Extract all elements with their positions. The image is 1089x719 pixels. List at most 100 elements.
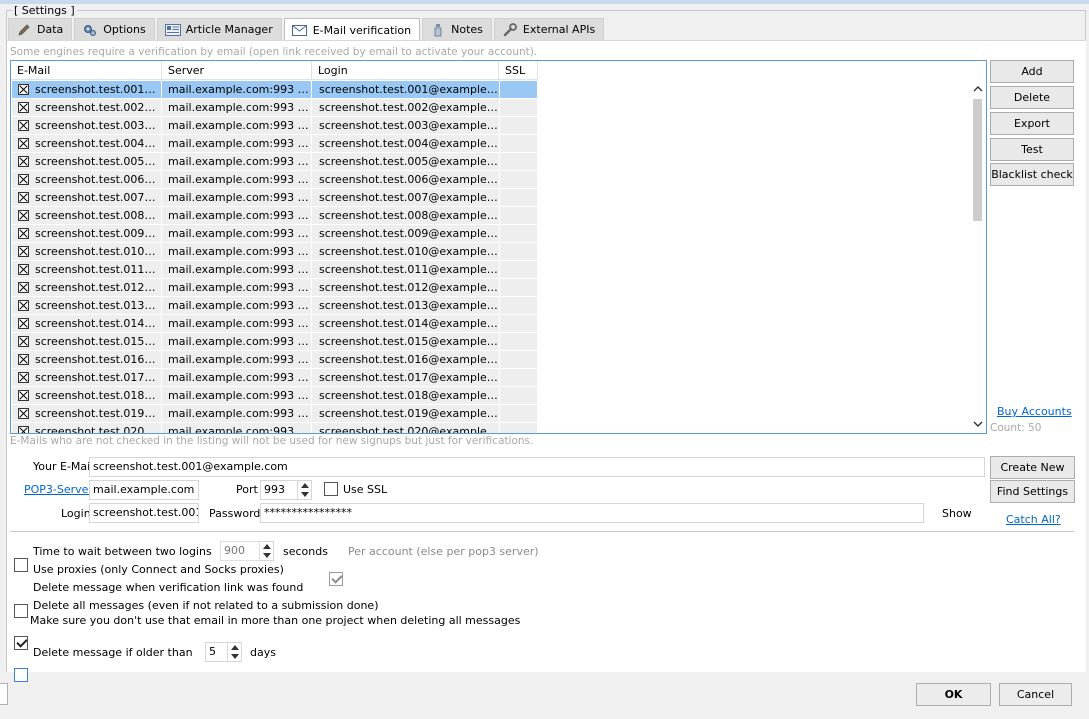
tab-article-manager[interactable]: Article Manager bbox=[156, 18, 282, 40]
row-checkbox[interactable] bbox=[18, 282, 29, 293]
row-checkbox[interactable] bbox=[18, 192, 29, 203]
table-row[interactable]: screenshot.test.009@... mail.example.com:… bbox=[12, 225, 538, 243]
catch-all-link[interactable]: Catch All? bbox=[1006, 513, 1061, 526]
column-header-email[interactable]: E-Mail bbox=[11, 61, 162, 80]
use-ssl-checkbox[interactable] bbox=[324, 482, 338, 496]
export-button[interactable]: Export bbox=[990, 112, 1074, 135]
email-cell[interactable]: screenshot.test.010@... bbox=[12, 243, 162, 261]
time-wait-spinner[interactable] bbox=[260, 541, 274, 561]
tab-data[interactable]: Data bbox=[8, 18, 73, 40]
table-row[interactable]: screenshot.test.018@... mail.example.com:… bbox=[12, 387, 538, 405]
row-checkbox[interactable] bbox=[18, 408, 29, 419]
time-wait-input[interactable]: 900 bbox=[220, 541, 260, 561]
email-accounts-list[interactable]: E-Mail Server Login SSL screenshot.test.… bbox=[10, 60, 987, 434]
cancel-button[interactable]: Cancel bbox=[999, 683, 1072, 706]
email-cell[interactable]: screenshot.test.007@... bbox=[12, 189, 162, 207]
email-cell[interactable]: screenshot.test.009@... bbox=[12, 225, 162, 243]
scroll-up-icon[interactable] bbox=[971, 83, 985, 95]
table-row[interactable]: screenshot.test.001@... mail.example.com:… bbox=[12, 81, 538, 99]
email-cell[interactable]: screenshot.test.008@... bbox=[12, 207, 162, 225]
row-checkbox[interactable] bbox=[18, 102, 29, 113]
table-row[interactable]: screenshot.test.015@... mail.example.com:… bbox=[12, 333, 538, 351]
add-button[interactable]: Add bbox=[990, 60, 1074, 83]
row-checkbox[interactable] bbox=[18, 264, 29, 275]
tab-email-verification[interactable]: E-Mail verification bbox=[283, 18, 421, 41]
test-button[interactable]: Test bbox=[990, 138, 1074, 161]
spin-up-icon[interactable] bbox=[230, 645, 239, 650]
email-cell[interactable]: screenshot.test.015@... bbox=[12, 333, 162, 351]
row-checkbox[interactable] bbox=[18, 300, 29, 311]
email-cell[interactable]: screenshot.test.012@... bbox=[12, 279, 162, 297]
buy-accounts-link[interactable]: Buy Accounts bbox=[997, 405, 1072, 418]
table-row[interactable]: screenshot.test.014@... mail.example.com:… bbox=[12, 315, 538, 333]
delete-found-checkbox[interactable] bbox=[14, 636, 28, 650]
spin-down-icon[interactable] bbox=[230, 654, 239, 659]
row-checkbox[interactable] bbox=[18, 246, 29, 257]
per-account-checkbox[interactable] bbox=[329, 572, 343, 586]
spin-down-icon[interactable] bbox=[300, 492, 309, 497]
bottom-left-control[interactable] bbox=[0, 683, 8, 705]
port-input[interactable]: 993 bbox=[260, 480, 298, 500]
time-wait-checkbox[interactable] bbox=[14, 558, 28, 572]
your-email-input[interactable]: screenshot.test.001@example.com bbox=[89, 457, 985, 477]
table-row[interactable]: screenshot.test.007@... mail.example.com:… bbox=[12, 189, 538, 207]
tab-options[interactable]: Options bbox=[74, 18, 155, 40]
column-header-login[interactable]: Login bbox=[312, 61, 499, 80]
table-row[interactable]: screenshot.test.019@... mail.example.com:… bbox=[12, 405, 538, 423]
row-checkbox[interactable] bbox=[18, 336, 29, 347]
email-cell[interactable]: screenshot.test.020@... bbox=[12, 423, 162, 433]
table-row[interactable]: screenshot.test.020@... mail.example.com:… bbox=[12, 423, 538, 433]
row-checkbox[interactable] bbox=[18, 174, 29, 185]
table-row[interactable]: screenshot.test.005@... mail.example.com:… bbox=[12, 153, 538, 171]
table-row[interactable]: screenshot.test.013@... mail.example.com:… bbox=[12, 297, 538, 315]
email-cell[interactable]: screenshot.test.002@... bbox=[12, 99, 162, 117]
email-cell[interactable]: screenshot.test.005@... bbox=[12, 153, 162, 171]
row-checkbox[interactable] bbox=[18, 210, 29, 221]
table-row[interactable]: screenshot.test.012@... mail.example.com:… bbox=[12, 279, 538, 297]
row-checkbox[interactable] bbox=[18, 138, 29, 149]
email-cell[interactable]: screenshot.test.014@... bbox=[12, 315, 162, 333]
scroll-down-icon[interactable] bbox=[971, 418, 985, 430]
pop3-server-input[interactable]: mail.example.com bbox=[89, 480, 199, 500]
scrollbar-thumb[interactable] bbox=[973, 99, 982, 221]
show-password-toggle[interactable]: Show bbox=[942, 507, 972, 520]
email-cell[interactable]: screenshot.test.019@... bbox=[12, 405, 162, 423]
email-cell[interactable]: screenshot.test.017@... bbox=[12, 369, 162, 387]
row-checkbox[interactable] bbox=[18, 390, 29, 401]
table-row[interactable]: screenshot.test.008@... mail.example.com:… bbox=[12, 207, 538, 225]
login-input[interactable]: screenshot.test.001@example.com bbox=[89, 503, 199, 523]
column-header-ssl[interactable]: SSL bbox=[499, 61, 538, 80]
password-input[interactable]: **************** bbox=[260, 503, 924, 523]
table-row[interactable]: screenshot.test.003@... mail.example.com:… bbox=[12, 117, 538, 135]
row-checkbox[interactable] bbox=[18, 354, 29, 365]
row-checkbox[interactable] bbox=[18, 228, 29, 239]
days-spinner[interactable] bbox=[228, 642, 242, 662]
blacklist-check-button[interactable]: Blacklist check bbox=[990, 163, 1074, 186]
email-cell[interactable]: screenshot.test.016@... bbox=[12, 351, 162, 369]
find-settings-button[interactable]: Find Settings bbox=[990, 480, 1075, 503]
email-cell[interactable]: screenshot.test.003@... bbox=[12, 117, 162, 135]
delete-all-checkbox[interactable] bbox=[14, 668, 28, 682]
table-row[interactable]: screenshot.test.004@... mail.example.com:… bbox=[12, 135, 538, 153]
row-checkbox[interactable] bbox=[18, 372, 29, 383]
table-row[interactable]: screenshot.test.002@... mail.example.com:… bbox=[12, 99, 538, 117]
spin-up-icon[interactable] bbox=[300, 483, 309, 488]
email-cell[interactable]: screenshot.test.004@... bbox=[12, 135, 162, 153]
spin-up-icon[interactable] bbox=[262, 544, 271, 549]
pop3-server-link[interactable]: POP3-Server bbox=[24, 483, 93, 496]
table-row[interactable]: screenshot.test.011@... mail.example.com:… bbox=[12, 261, 538, 279]
table-row[interactable]: screenshot.test.017@... mail.example.com:… bbox=[12, 369, 538, 387]
email-cell[interactable]: screenshot.test.006@... bbox=[12, 171, 162, 189]
table-row[interactable]: screenshot.test.010@... mail.example.com:… bbox=[12, 243, 538, 261]
email-cell[interactable]: screenshot.test.011@... bbox=[12, 261, 162, 279]
email-cell[interactable]: screenshot.test.001@... bbox=[12, 81, 162, 99]
tab-notes[interactable]: Notes bbox=[422, 18, 492, 40]
column-header-server[interactable]: Server bbox=[162, 61, 312, 80]
tab-external-apis[interactable]: External APIs bbox=[493, 18, 605, 40]
table-row[interactable]: screenshot.test.016@... mail.example.com:… bbox=[12, 351, 538, 369]
row-checkbox[interactable] bbox=[18, 84, 29, 95]
email-cell[interactable]: screenshot.test.013@... bbox=[12, 297, 162, 315]
row-checkbox[interactable] bbox=[18, 426, 29, 433]
ok-button[interactable]: OK bbox=[916, 683, 991, 706]
table-row[interactable]: screenshot.test.006@... mail.example.com:… bbox=[12, 171, 538, 189]
